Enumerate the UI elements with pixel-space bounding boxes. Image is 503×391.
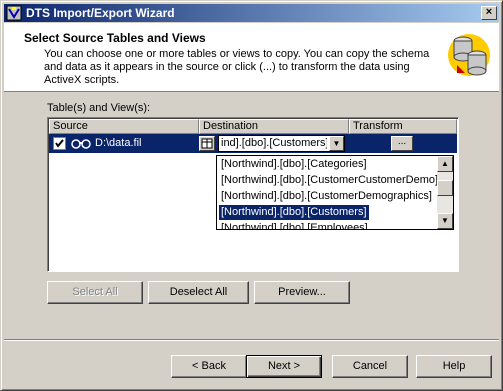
destination-value: ind].[dbo].[Customers] bbox=[221, 137, 327, 149]
row-checkbox[interactable] bbox=[53, 137, 66, 150]
column-header-source[interactable]: Source bbox=[49, 119, 199, 134]
destination-dropdown-list[interactable]: [Northwind].[dbo].[Categories] [Northwin… bbox=[216, 155, 454, 230]
destination-combobox[interactable]: ind].[dbo].[Customers] ▼ bbox=[218, 135, 345, 152]
window-title: DTS Import/Export Wizard bbox=[26, 6, 175, 20]
scroll-thumb[interactable] bbox=[437, 180, 453, 196]
cancel-button[interactable]: Cancel bbox=[332, 355, 408, 378]
title-bar[interactable]: DTS Import/Export Wizard × bbox=[4, 4, 499, 22]
tables-views-label: Table(s) and View(s): bbox=[47, 102, 151, 114]
table-row[interactable]: D:\data.fil ind].[dbo].[Customers] ▼ ... bbox=[49, 134, 457, 153]
data-source-icon bbox=[71, 139, 91, 149]
list-item[interactable]: [Northwind].[dbo].[Categories] bbox=[219, 157, 369, 172]
dts-app-icon bbox=[6, 5, 22, 21]
transform-button[interactable]: ... bbox=[391, 136, 413, 151]
create-table-button[interactable] bbox=[199, 136, 215, 151]
back-button[interactable]: < Back bbox=[171, 355, 247, 378]
next-button[interactable]: Next > bbox=[246, 355, 322, 378]
scroll-down-icon[interactable]: ▼ bbox=[437, 213, 453, 229]
list-item[interactable]: [Northwind].[dbo].[CustomerDemographics] bbox=[219, 189, 434, 204]
page-description: You can choose one or more tables or vie… bbox=[44, 48, 430, 86]
destination-cell: ind].[dbo].[Customers] ▼ bbox=[199, 135, 345, 152]
checkmark-icon bbox=[55, 139, 64, 148]
list-item[interactable]: [Northwind].[dbo].[Employees] bbox=[219, 221, 370, 229]
database-transfer-icon bbox=[448, 34, 490, 76]
select-all-button[interactable]: Select All bbox=[47, 281, 143, 304]
wizard-header: Select Source Tables and Views You can c… bbox=[4, 23, 499, 92]
footer-divider bbox=[4, 339, 499, 341]
page-heading: Select Source Tables and Views bbox=[24, 31, 206, 45]
wizard-window: DTS Import/Export Wizard × Select Source… bbox=[0, 0, 503, 391]
column-header-transform[interactable]: Transform bbox=[349, 119, 457, 134]
scroll-up-icon[interactable]: ▲ bbox=[437, 156, 453, 172]
table-icon bbox=[201, 138, 213, 149]
deselect-all-button[interactable]: Deselect All bbox=[148, 281, 249, 304]
dropdown-scrollbar[interactable]: ▲ ▼ bbox=[437, 156, 453, 229]
column-header-destination[interactable]: Destination bbox=[199, 119, 349, 134]
list-item-selected[interactable]: [Northwind].[dbo].[Customers] bbox=[219, 205, 369, 220]
close-button[interactable]: × bbox=[481, 6, 497, 20]
preview-button[interactable]: Preview... bbox=[254, 281, 350, 304]
list-item[interactable]: [Northwind].[dbo].[CustomerCustomerDemo] bbox=[219, 173, 440, 188]
chevron-down-icon[interactable]: ▼ bbox=[329, 136, 344, 151]
help-button[interactable]: Help bbox=[416, 355, 492, 378]
source-cell: D:\data.fil bbox=[95, 137, 142, 149]
